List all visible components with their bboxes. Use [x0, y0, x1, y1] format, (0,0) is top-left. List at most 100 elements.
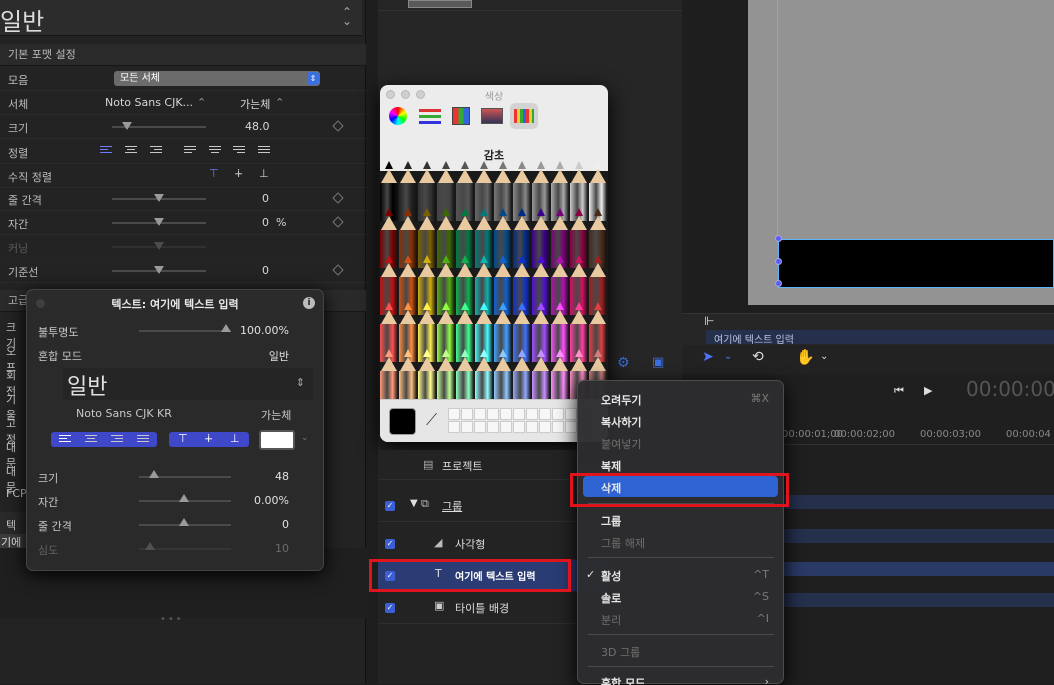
swatch-slot[interactable] — [448, 421, 460, 433]
valign-top-icon[interactable]: ⊤ — [209, 167, 219, 180]
swatch-slot[interactable] — [487, 421, 499, 433]
tracking-value[interactable]: 0 — [262, 216, 269, 229]
swatch-slot[interactable] — [552, 408, 564, 420]
playhead-icon[interactable]: ⊩ — [704, 314, 714, 328]
swatch-slot[interactable] — [500, 408, 512, 420]
time-ruler[interactable]: 00:00:01;00 00:00:02;00 00:00:03;00 00:0… — [782, 425, 1054, 445]
hud-font-family-popup[interactable]: Noto Sans CJK KR — [76, 407, 172, 420]
disclosure-triangle-icon[interactable]: ▼ — [410, 498, 418, 509]
hand-icon[interactable]: ✋ — [796, 348, 815, 366]
slider-knob[interactable] — [154, 266, 164, 274]
track-bar[interactable] — [782, 495, 1054, 509]
layer-enable-checkbox[interactable]: ✓ — [385, 539, 395, 549]
handle[interactable] — [775, 258, 782, 265]
keyframe-diamond-icon[interactable] — [332, 120, 344, 132]
chevron-down-icon[interactable]: ⌄ — [820, 351, 828, 362]
justify-center-icon[interactable] — [209, 146, 221, 157]
valign-middle-icon[interactable]: ∔ — [204, 432, 213, 445]
slider-knob[interactable] — [179, 494, 189, 502]
swatch-slot[interactable] — [526, 421, 538, 433]
swatch-slot[interactable] — [565, 421, 577, 433]
slider-knob[interactable] — [122, 122, 132, 130]
info-icon[interactable]: i — [303, 297, 315, 309]
line-spacing-slider[interactable] — [112, 194, 206, 202]
blend-mode-popup[interactable]: 일반 — [269, 348, 289, 364]
hud-font-weight-popup[interactable]: 가는체 — [261, 407, 291, 423]
track-bar[interactable] — [782, 562, 1054, 576]
text-box[interactable] — [778, 239, 1054, 288]
justify-right-icon[interactable] — [233, 146, 245, 157]
opacity-value[interactable]: 100.00% — [240, 324, 289, 337]
baseline-value[interactable]: 0 — [262, 264, 269, 277]
transform-icon[interactable]: ⟲ — [752, 349, 764, 365]
keyframe-diamond-icon[interactable] — [332, 192, 344, 204]
align-right-icon[interactable] — [150, 146, 162, 157]
track-bar[interactable] — [782, 529, 1054, 543]
chevron-down-icon[interactable]: ⌄ — [724, 351, 732, 362]
keyframe-diamond-icon[interactable] — [332, 216, 344, 228]
swatch-slot[interactable] — [448, 408, 460, 420]
section-basic-format[interactable]: 기본 포맷 설정 — [0, 44, 366, 66]
eyedropper-icon[interactable]: ⟋ — [426, 410, 437, 430]
keyframe-diamond-icon[interactable] — [332, 264, 344, 276]
swatch-slot[interactable] — [565, 408, 577, 420]
text-preview[interactable]: 기에 — [0, 534, 26, 549]
track-bar[interactable] — [782, 593, 1054, 607]
slider-knob[interactable] — [154, 218, 164, 226]
layer-enable-checkbox[interactable]: ✓ — [385, 603, 395, 613]
select-arrow-icon[interactable]: ➤ — [702, 349, 714, 365]
swatch-slot[interactable] — [539, 408, 551, 420]
tracking-value[interactable]: 0.00% — [254, 494, 289, 507]
menu-item-duplicate[interactable]: 복제 — [578, 454, 783, 475]
align-center-icon[interactable] — [125, 146, 137, 157]
line-spacing-value[interactable]: 0 — [262, 192, 269, 205]
swatch-slot[interactable] — [539, 421, 551, 433]
menu-item-blend-mode[interactable]: 혼합 모드 › — [578, 671, 783, 685]
gear-icon[interactable]: ⚙ — [617, 355, 630, 371]
handle[interactable] — [775, 280, 782, 287]
chevron-down-icon[interactable]: ⌄ — [301, 433, 309, 443]
valign-top-icon[interactable]: ⊤ — [178, 432, 188, 445]
align-left-icon[interactable] — [59, 435, 71, 446]
font-family-popup[interactable]: Noto Sans CJK... — [105, 96, 193, 109]
image-palettes-icon[interactable] — [478, 103, 506, 129]
tracking-slider[interactable] — [139, 494, 231, 502]
slider-knob[interactable] — [149, 470, 159, 478]
menu-item-solo[interactable]: 솔로 ^S — [578, 586, 783, 607]
align-right-icon[interactable] — [111, 435, 123, 446]
valign-middle-icon[interactable]: ∔ — [234, 167, 243, 180]
swatch-slot[interactable] — [461, 421, 473, 433]
layer-title-bg[interactable]: ✓ ▣ 타이틀 배경 — [378, 592, 608, 624]
text-section-head[interactable]: 텍스 — [0, 512, 26, 548]
size-slider[interactable] — [112, 122, 206, 130]
play-icon[interactable]: ▶ — [924, 384, 932, 397]
menu-item-cut[interactable]: 오려두기 ⌘X — [578, 388, 783, 409]
pencil-grid[interactable] — [380, 161, 608, 409]
swatch-slot[interactable] — [526, 408, 538, 420]
menu-item-group[interactable]: 그룹 — [578, 509, 783, 530]
font-preset-select[interactable]: 일반 ⌃ ⌄ — [0, 0, 362, 36]
hud-font-preset-select[interactable]: 일반 ⇕ — [63, 368, 313, 400]
swatch-slot[interactable] — [500, 421, 512, 433]
layer-enable-checkbox[interactable]: ✓ — [385, 501, 395, 511]
line-spacing-slider[interactable] — [139, 518, 231, 526]
pencils-icon[interactable] — [510, 103, 538, 129]
swatch-slot[interactable] — [474, 408, 486, 420]
custom-swatches[interactable] — [448, 408, 598, 434]
text-layer-bar[interactable]: 여기에 텍스트 입력 — [706, 330, 1054, 346]
line-spacing-value[interactable]: 0 — [282, 518, 289, 531]
swatch-slot[interactable] — [513, 421, 525, 433]
color-palettes-icon[interactable] — [447, 103, 475, 129]
slider-knob[interactable] — [179, 518, 189, 526]
slider-knob[interactable] — [154, 194, 164, 202]
color-sliders-icon[interactable] — [416, 103, 444, 129]
size-value[interactable]: 48 — [275, 470, 289, 483]
valign-bottom-icon[interactable]: ⊥ — [259, 167, 269, 180]
collection-popup[interactable]: 모든 서체 ⇕ — [114, 71, 320, 86]
menu-item-active[interactable]: ✓ 활성 ^T — [578, 564, 783, 585]
swatch-slot[interactable] — [552, 421, 564, 433]
current-color-well[interactable] — [389, 408, 416, 435]
resize-handle-icon[interactable]: ••• — [160, 614, 184, 625]
menu-item-copy[interactable]: 복사하기 — [578, 410, 783, 431]
valign-bottom-icon[interactable]: ⊥ — [230, 432, 240, 445]
